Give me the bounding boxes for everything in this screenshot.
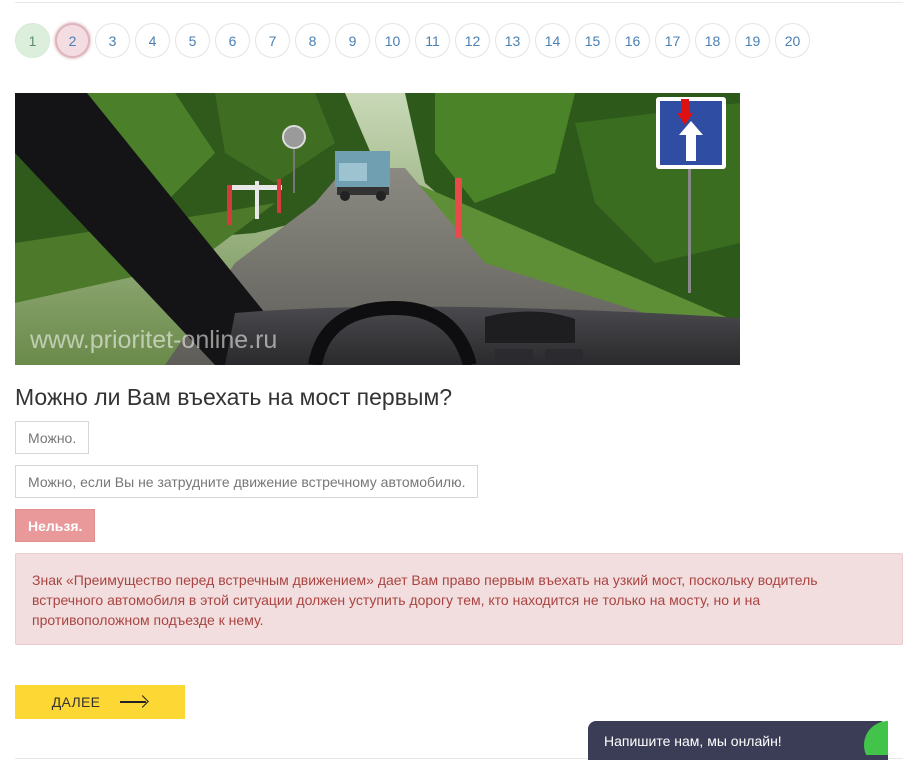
page-button-5[interactable]: 5: [175, 23, 210, 58]
next-button-label: ДАЛЕЕ: [51, 694, 101, 710]
explanation-box: Знак «Преимущество перед встречным движе…: [15, 553, 903, 645]
question-pagination: 1 2 3 4 5 6 7 8 9 10 11 12 13 14 15 16 17 18 19 20: [15, 23, 810, 58]
page-button-10[interactable]: 10: [375, 23, 410, 58]
page-button-12[interactable]: 12: [455, 23, 490, 58]
arrow-right-icon: [120, 695, 150, 708]
chat-widget[interactable]: Напишите нам, мы онлайн!: [588, 721, 888, 760]
answer-option-3-wrong[interactable]: Нельзя.: [15, 509, 96, 542]
page-button-18[interactable]: 18: [695, 23, 730, 58]
answer-option-1[interactable]: Можно.: [15, 421, 90, 454]
page-button-16[interactable]: 16: [615, 23, 650, 58]
top-divider: [15, 2, 903, 3]
page-button-6[interactable]: 6: [215, 23, 250, 58]
page-button-13[interactable]: 13: [495, 23, 530, 58]
page-button-17[interactable]: 17: [655, 23, 690, 58]
page-button-8[interactable]: 8: [295, 23, 330, 58]
chat-widget-label: Напишите нам, мы онлайн!: [604, 732, 782, 749]
page-button-4[interactable]: 4: [135, 23, 170, 58]
explanation-text: Знак «Преимущество перед встречным движе…: [32, 572, 818, 628]
question-image: www.prioritet-online.ru: [15, 93, 740, 365]
page-button-3[interactable]: 3: [95, 23, 130, 58]
next-button[interactable]: ДАЛЕЕ: [15, 685, 185, 719]
page-button-7[interactable]: 7: [255, 23, 290, 58]
page-button-11[interactable]: 11: [415, 23, 450, 58]
page-button-1[interactable]: 1: [15, 23, 50, 58]
image-watermark: www.prioritet-online.ru: [29, 326, 277, 354]
page-button-9[interactable]: 9: [335, 23, 370, 58]
page-button-2[interactable]: 2: [55, 23, 90, 58]
answer-option-2[interactable]: Можно, если Вы не затрудните движение вс…: [15, 465, 479, 498]
online-status-icon: [864, 721, 888, 755]
page-button-15[interactable]: 15: [575, 23, 610, 58]
page-button-20[interactable]: 20: [775, 23, 810, 58]
question-text: Можно ли Вам въехать на мост первым?: [15, 384, 453, 410]
page-button-14[interactable]: 14: [535, 23, 570, 58]
page-button-19[interactable]: 19: [735, 23, 770, 58]
road-scene-illustration: www.prioritet-online.ru: [15, 93, 740, 365]
